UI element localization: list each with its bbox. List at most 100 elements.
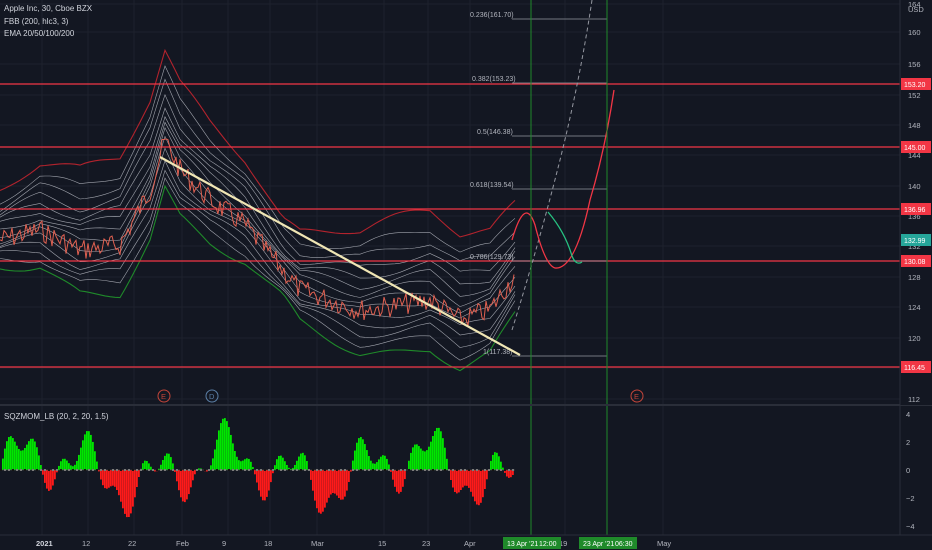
chart-canvas[interactable]: 0.236(161.70) 0.382(153.23) 0.5(146.38) …: [0, 0, 932, 550]
histogram-bar-negative: [458, 470, 460, 493]
histogram-bar-positive: [246, 458, 248, 471]
histogram-bar-negative: [192, 470, 194, 481]
price-tag-116: 116.45: [901, 361, 931, 373]
histogram-bar-positive: [148, 463, 150, 470]
histogram-bar-negative: [340, 470, 342, 500]
histogram-bar-negative: [50, 470, 52, 490]
histogram-bar-negative: [128, 470, 130, 517]
histogram-bar-positive: [146, 460, 148, 470]
price-tick: 152: [908, 91, 921, 100]
projection-red-curve[interactable]: [511, 89, 615, 269]
svg-text:132.99: 132.99: [904, 238, 926, 245]
histogram-bar-negative: [104, 470, 106, 489]
osc-tick: −2: [906, 494, 915, 503]
histogram-bar-positive: [432, 436, 434, 471]
time-tick: Feb: [176, 539, 189, 548]
histogram-bar-positive: [416, 444, 418, 470]
histogram-bar-positive: [286, 464, 288, 470]
histogram-bar-negative: [506, 470, 508, 477]
fbb-band-line: [0, 93, 516, 272]
histogram-bar-positive: [376, 462, 378, 471]
histogram-bar-negative: [54, 470, 56, 480]
event-marker-earnings-1[interactable]: E: [157, 389, 171, 403]
horizontal-levels[interactable]: [0, 83, 900, 368]
histogram-bar-positive: [92, 441, 94, 471]
histogram-bar-positive: [418, 446, 420, 471]
histogram-bar-positive: [368, 456, 370, 471]
histogram-bar-positive: [34, 441, 36, 470]
histogram-bar-positive: [498, 456, 500, 470]
svg-text:E: E: [634, 392, 639, 401]
histogram-bar-positive: [296, 460, 298, 470]
histogram-bar-positive: [446, 458, 448, 471]
time-tick: 15: [378, 539, 386, 548]
histogram-bar-positive: [166, 453, 168, 471]
sqzmom-indicator-legend[interactable]: SQZMOM_LB (20, 2, 20, 1.5): [4, 412, 108, 422]
histogram-bar-negative: [46, 470, 48, 489]
projection-dashed[interactable]: [511, 0, 593, 331]
histogram-bar-positive: [36, 447, 38, 471]
histogram-bar-positive: [366, 450, 368, 470]
squeeze-momentum-histogram: [0, 418, 514, 518]
time-axis[interactable]: 2021 12 22 Feb 9 18 Mar 15 23 Apr 19 May 13 Apr '21…: [0, 534, 932, 550]
histogram-bar-positive: [356, 442, 358, 471]
histogram-bar-positive: [412, 447, 414, 471]
histogram-bar-negative: [266, 470, 268, 497]
svg-text:D: D: [209, 392, 215, 401]
fbb-band-line: [0, 126, 516, 314]
histogram-bar-negative: [334, 470, 336, 494]
price-tick: 120: [908, 334, 921, 343]
histogram-bar-negative: [314, 470, 316, 501]
histogram-bar-positive: [438, 427, 440, 470]
event-marker-dividend[interactable]: D: [205, 389, 219, 403]
histogram-bar-negative: [136, 470, 138, 487]
time-tick: 2021: [36, 539, 53, 548]
histogram-bar-positive: [6, 441, 8, 470]
fbb-band-line: [0, 177, 516, 361]
histogram-bar-positive: [306, 460, 308, 470]
trend-line[interactable]: [159, 156, 521, 356]
histogram-bar-negative: [318, 470, 320, 513]
svg-text:116.45: 116.45: [904, 365, 925, 372]
histogram-bar-positive: [496, 452, 498, 470]
histogram-bar-negative: [130, 470, 132, 514]
fib-label-0236: 0.236(161.70): [470, 12, 514, 19]
svg-text:E: E: [161, 392, 166, 401]
fbb-indicator-legend[interactable]: FBB (200, hlc3, 3): [4, 17, 68, 27]
histogram-bar-positive: [244, 459, 246, 471]
price-tick: 156: [908, 60, 921, 69]
histogram-bar-positive: [32, 438, 34, 471]
histogram-bar-negative: [182, 470, 184, 502]
histogram-bar-negative: [452, 470, 454, 488]
histogram-bar-positive: [144, 460, 146, 470]
time-tick: Apr: [464, 539, 476, 548]
fib-retracement[interactable]: [512, 18, 607, 357]
symbol-legend[interactable]: Apple Inc, 30, Cboe BZX: [4, 4, 92, 14]
histogram-bar-negative: [112, 470, 114, 486]
price-tag-136: 136.96: [901, 203, 931, 215]
histogram-bar-negative: [176, 470, 178, 482]
histogram-bar-positive: [16, 445, 18, 470]
histogram-bar-negative: [116, 470, 118, 490]
histogram-bar-negative: [138, 470, 140, 477]
histogram-bar-negative: [260, 470, 262, 497]
histogram-bar-positive: [24, 448, 26, 471]
price-tag-current: 132.99: [901, 234, 931, 246]
histogram-bar-negative: [472, 470, 474, 497]
histogram-bar-negative: [460, 470, 462, 490]
oscillator-axis[interactable]: 4 2 0 −2 −4: [906, 410, 915, 531]
ema-indicator-legend[interactable]: EMA 20/50/100/200: [4, 29, 74, 39]
histogram-bar-negative: [474, 470, 476, 502]
histogram-bar-positive: [284, 461, 286, 470]
histogram-bar-negative: [52, 470, 54, 486]
histogram-bar-negative: [486, 470, 488, 480]
histogram-bar-positive: [234, 450, 236, 470]
histogram-bar-positive: [236, 456, 238, 470]
svg-text:145.00: 145.00: [904, 145, 926, 152]
event-marker-earnings-2[interactable]: E: [630, 389, 644, 403]
histogram-bar-negative: [190, 470, 192, 488]
histogram-bar-negative: [322, 470, 324, 512]
histogram-bar-positive: [364, 444, 366, 471]
histogram-bar-negative: [132, 470, 134, 507]
fbb-band-line: [0, 135, 516, 319]
